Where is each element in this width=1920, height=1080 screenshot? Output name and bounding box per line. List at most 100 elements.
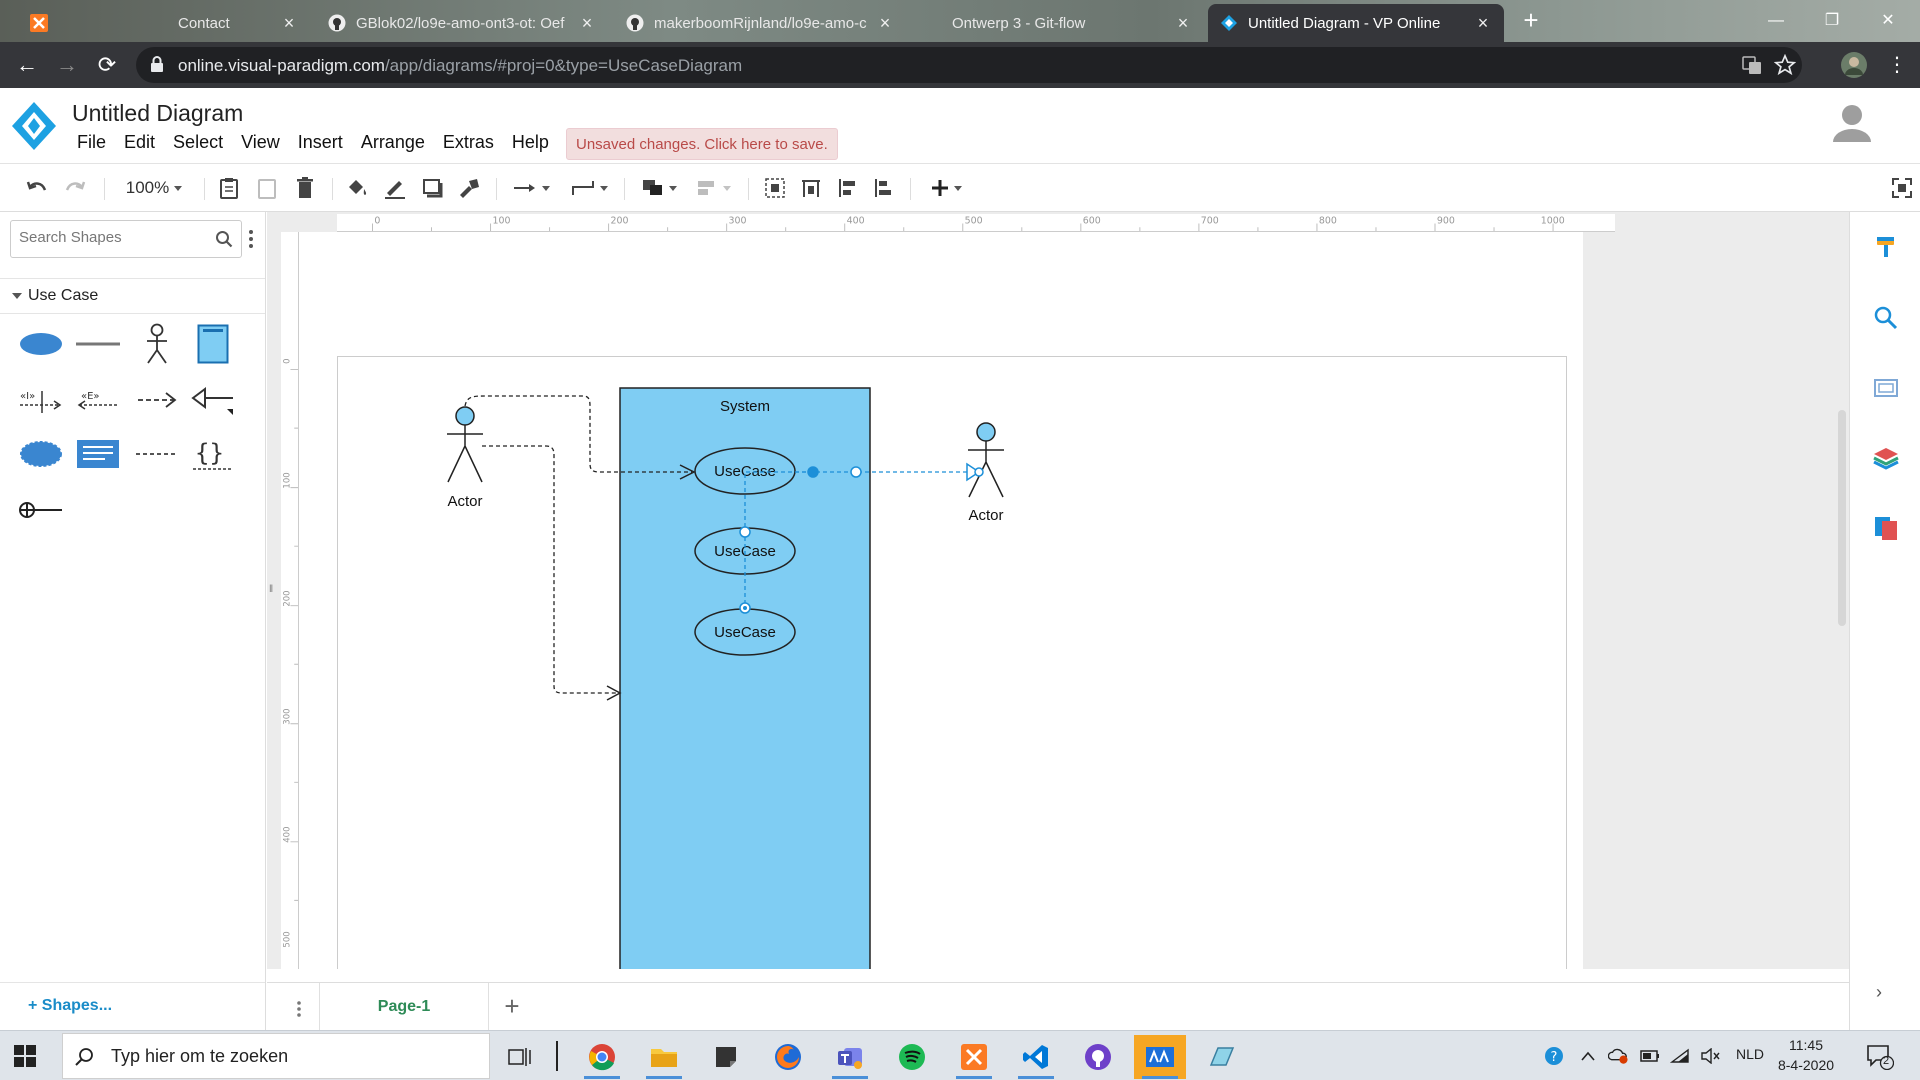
restore-button[interactable]: ❐	[1812, 6, 1852, 36]
distribute-vertical-button[interactable]	[834, 175, 860, 201]
windows-start-icon[interactable]	[14, 1045, 36, 1067]
undo-button[interactable]	[24, 175, 50, 201]
browser-tab-gblok[interactable]: GBlok02/lo9e-amo-ont3-ot: Oef ×	[316, 4, 608, 42]
wifi-icon[interactable]	[1670, 1046, 1690, 1066]
shape-constraint[interactable]: {}	[189, 430, 237, 478]
dependency-connector-2[interactable]	[482, 445, 622, 701]
close-tab-icon[interactable]: ×	[1174, 14, 1192, 32]
search-shapes-input[interactable]	[19, 229, 209, 246]
menu-file[interactable]: File	[68, 132, 115, 153]
spotify-icon[interactable]	[886, 1035, 938, 1079]
delete-button[interactable]	[294, 175, 316, 201]
menu-view[interactable]: View	[232, 132, 289, 153]
fit-width-button[interactable]	[798, 175, 824, 201]
actor-left[interactable]: Actor	[447, 406, 483, 510]
browser-tab-ontwerp[interactable]: Ontwerp 3 - Git-flow ×	[912, 4, 1204, 42]
sticky-notes-icon[interactable]	[700, 1035, 752, 1079]
user-avatar-icon[interactable]	[1830, 100, 1874, 144]
teams-icon[interactable]	[824, 1035, 876, 1079]
select-all-button[interactable]	[762, 175, 788, 201]
connector-handle[interactable]	[974, 467, 984, 477]
line-color-button[interactable]	[382, 175, 408, 201]
forward-button[interactable]: →	[52, 50, 82, 80]
reload-button[interactable]: ⟳	[92, 50, 122, 80]
chevron-right-icon[interactable]: ›	[1876, 982, 1882, 1003]
volume-muted-icon[interactable]	[1700, 1046, 1720, 1066]
vertical-scrollbar[interactable]	[1838, 410, 1846, 626]
document-title[interactable]: Untitled Diagram	[72, 100, 243, 127]
shadow-button[interactable]	[420, 175, 446, 201]
insert-dropdown[interactable]	[924, 175, 968, 201]
fill-color-button[interactable]	[344, 175, 370, 201]
shape-use-case-ellipse[interactable]	[17, 320, 65, 368]
menu-arrange[interactable]: Arrange	[352, 132, 434, 153]
bookmark-star-icon[interactable]	[1774, 54, 1796, 76]
browser-menu-icon[interactable]: ⋮	[1882, 50, 1912, 80]
system-clock[interactable]: 11:45 8-4-2020	[1776, 1035, 1836, 1075]
omnibox[interactable]: online.visual-paradigm.com/app/diagrams/…	[136, 47, 1802, 83]
onedrive-error-icon[interactable]	[1608, 1046, 1628, 1066]
page-tab-1[interactable]: Page-1	[319, 983, 489, 1031]
chevron-up-icon[interactable]	[1578, 1046, 1598, 1066]
back-button[interactable]: ←	[12, 50, 42, 80]
pages-icon[interactable]	[1872, 514, 1900, 542]
input-language[interactable]: NLD	[1736, 1046, 1764, 1062]
minimize-button[interactable]: —	[1756, 6, 1796, 36]
new-tab-button[interactable]: +	[1518, 7, 1544, 34]
close-tab-icon[interactable]: ×	[1474, 14, 1492, 32]
vscode-icon[interactable]	[1010, 1035, 1062, 1079]
shape-dependency[interactable]	[133, 376, 181, 424]
firefox-icon[interactable]	[762, 1035, 814, 1079]
menu-insert[interactable]: Insert	[289, 132, 352, 153]
search-icon[interactable]	[1872, 304, 1900, 332]
translate-icon[interactable]	[1742, 55, 1762, 75]
shape-actor[interactable]	[133, 320, 181, 368]
usecase-3[interactable]: UseCase	[694, 608, 796, 656]
menu-edit[interactable]: Edit	[115, 132, 164, 153]
chrome-app-icon[interactable]	[576, 1035, 628, 1079]
use-case-section-header[interactable]: Use Case	[0, 278, 265, 314]
shape-collaboration[interactable]	[17, 430, 65, 478]
fullscreen-button[interactable]	[1890, 175, 1914, 201]
panel-menu-icon[interactable]	[248, 228, 254, 250]
close-window-button[interactable]: ✕	[1868, 6, 1908, 36]
page-menu-icon[interactable]	[297, 1001, 301, 1017]
profile-avatar[interactable]	[1840, 51, 1868, 79]
arrange-order-dropdown[interactable]	[638, 175, 680, 201]
battery-icon[interactable]	[1640, 1046, 1660, 1066]
panel-resize-handle[interactable]: ‖	[269, 584, 275, 600]
browser-tab-vp-online[interactable]: Untitled Diagram - VP Online ×	[1208, 4, 1504, 42]
note-app-icon[interactable]	[1196, 1035, 1248, 1079]
close-tab-icon[interactable]: ×	[280, 14, 298, 32]
connector-handle[interactable]	[850, 466, 862, 478]
shape-generalization[interactable]	[189, 376, 237, 424]
shape-system-boundary[interactable]	[189, 320, 237, 368]
waypoint-style-dropdown[interactable]	[568, 175, 610, 201]
shape-extend[interactable]: «E»	[74, 376, 122, 424]
connector-style-dropdown[interactable]	[510, 175, 552, 201]
shape-containment[interactable]	[17, 486, 65, 534]
shape-include[interactable]: «I»	[17, 376, 65, 424]
shape-note[interactable]	[74, 430, 122, 478]
close-tab-icon[interactable]: ×	[876, 14, 894, 32]
help-tray-icon[interactable]: ?	[1544, 1046, 1564, 1066]
menu-select[interactable]: Select	[164, 132, 232, 153]
connector-handle[interactable]	[739, 526, 751, 538]
shape-anchor-line[interactable]	[133, 430, 181, 478]
menu-extras[interactable]: Extras	[434, 132, 503, 153]
copy-button[interactable]	[256, 175, 278, 201]
unsaved-changes-notice[interactable]: Unsaved changes. Click here to save.	[566, 128, 838, 160]
format-brush-icon[interactable]	[1872, 234, 1900, 262]
usecase-1[interactable]: UseCase	[694, 447, 796, 495]
paste-button[interactable]	[218, 175, 240, 201]
outline-view-icon[interactable]	[1872, 374, 1900, 402]
vp-app-icon[interactable]	[1134, 1035, 1186, 1079]
add-page-button[interactable]: +	[499, 993, 525, 1019]
menu-help[interactable]: Help	[503, 132, 558, 153]
more-shapes-link[interactable]: + Shapes...	[28, 997, 112, 1015]
xampp-app-icon[interactable]	[948, 1035, 1000, 1079]
shape-association-line[interactable]	[74, 320, 122, 368]
taskbar-search-box[interactable]: Typ hier om te zoeken	[62, 1033, 490, 1079]
redo-button[interactable]	[62, 175, 88, 201]
layers-icon[interactable]	[1872, 444, 1900, 472]
